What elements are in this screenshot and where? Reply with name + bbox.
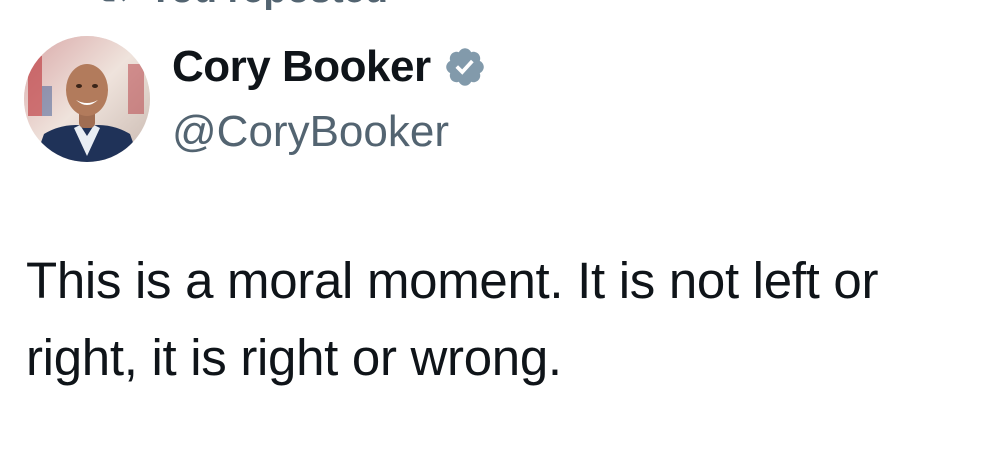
author-handle[interactable]: @CoryBooker (172, 104, 487, 160)
avatar-image (24, 36, 150, 162)
tweet-header: Cory Booker @CoryBooker (24, 36, 487, 162)
repost-label: You reposted (148, 0, 388, 10)
tweet-text: This is a moral moment. It is not left o… (26, 252, 879, 386)
display-name[interactable]: Cory Booker (172, 38, 431, 96)
repost-icon (103, 0, 126, 2)
avatar[interactable] (24, 36, 150, 162)
name-row: Cory Booker (172, 38, 487, 96)
repost-indicator[interactable]: You reposted (96, 0, 388, 10)
author-info: Cory Booker @CoryBooker (172, 38, 487, 160)
verified-badge-icon[interactable] (443, 45, 487, 89)
